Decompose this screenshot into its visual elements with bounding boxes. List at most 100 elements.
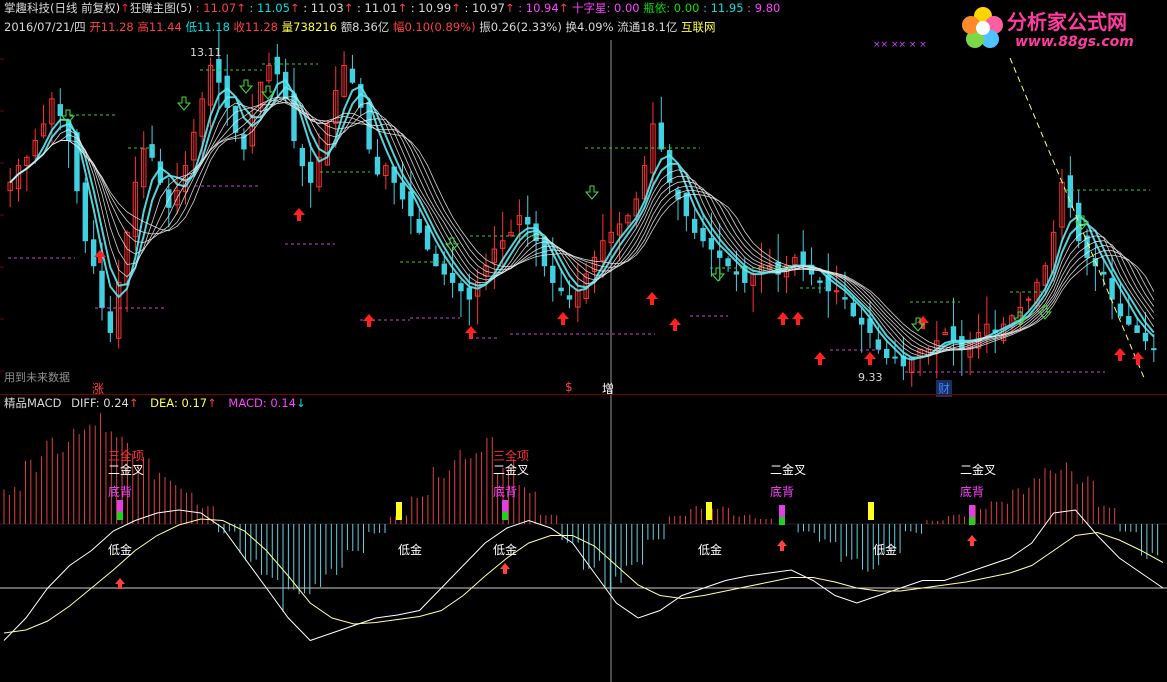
header-field: 狂赚主图(5) (129, 1, 193, 15)
header-field: 流通18.1亿 (617, 20, 681, 34)
green-marker (969, 517, 975, 525)
macd-signal-mid: 二金叉 (493, 463, 530, 477)
cross-up-icon (777, 540, 787, 551)
candle-body (82, 182, 89, 242)
header-field: ↑ (504, 1, 515, 15)
candle-body (90, 239, 97, 267)
candle-body (883, 348, 890, 358)
header-field: : 9.80 (743, 1, 781, 15)
header-field: : 11.01 (353, 1, 398, 15)
candle-body (875, 339, 882, 350)
header-field: 互联网 (680, 20, 716, 34)
header-field: : 10.94 (514, 1, 559, 15)
candle-body (282, 71, 289, 100)
candle-body (691, 218, 698, 233)
header-field: ↑ (120, 1, 130, 15)
macd-signal-low: 低金 (698, 543, 723, 557)
dea-value: DEA: 0.17 (150, 396, 208, 410)
candle-body (449, 272, 456, 283)
low-price-label: 9.33 (858, 371, 883, 384)
site-logo: 分析家公式网 www.88gs.com (961, 4, 1161, 56)
candle-body (558, 287, 564, 292)
candle-body (232, 105, 239, 133)
ma-line (9, 96, 1155, 351)
candle-body (566, 295, 573, 300)
buy-arrow-icon (465, 326, 477, 339)
header-field: : 10.97 (460, 1, 505, 15)
flower-icon (962, 7, 1003, 48)
macd-indicator-name[interactable]: 精品MACD (4, 396, 61, 410)
sell-arrow-icon (584, 185, 600, 200)
candle-body (733, 271, 740, 275)
macd-signal-pink: 底背 (770, 485, 795, 499)
candle-body (725, 258, 731, 267)
ma-line (9, 95, 1155, 357)
buy-arrow-icon (792, 312, 804, 325)
candle-body (224, 75, 230, 108)
candle-body (149, 144, 155, 158)
candle-body (717, 250, 723, 258)
candle-body (1151, 348, 1157, 351)
bottom-tag: $ (565, 380, 573, 394)
buy-arrow-icon (669, 318, 681, 331)
candle-body (800, 251, 806, 267)
header-field: : 11.95 (699, 1, 744, 15)
buy-arrow-icon (557, 312, 569, 325)
buy-arrow-icon (777, 312, 789, 325)
buy-arrow-icon (864, 352, 876, 365)
ma-line (9, 96, 1155, 352)
candle-body (1109, 278, 1115, 300)
candle-body (107, 311, 114, 333)
candle-body (57, 104, 63, 117)
buy-arrow-icon (646, 292, 658, 305)
candle-body (441, 263, 447, 275)
candle-body (658, 122, 665, 150)
candle-body (683, 192, 690, 217)
candle-body (1101, 271, 1107, 275)
header-field: ↑ (236, 1, 246, 15)
stock-chart[interactable] (0, 0, 1167, 682)
macd-signal-mid: 二金叉 (960, 463, 997, 477)
header-field: 低11.18 (185, 20, 234, 34)
logo-title: 分析家公式网 (1007, 10, 1127, 34)
green-marker (117, 512, 123, 520)
header-field: ↑ (558, 1, 569, 15)
header-field: 瓶依: 0.00 (639, 1, 700, 15)
cross-up-icon (967, 535, 977, 546)
ma-line (9, 99, 1155, 354)
macd-markers (115, 500, 977, 589)
header-field: 高11.44 (137, 20, 186, 34)
candle-body (1126, 316, 1132, 325)
header-field: ↑ (343, 1, 354, 15)
candle-body (1025, 298, 1032, 301)
pink-marker (117, 500, 123, 512)
candle-body (833, 290, 840, 293)
candle-body (1067, 175, 1074, 208)
diff-value: DIFF: 0.24 (71, 396, 129, 410)
header-field: ↑ (451, 1, 461, 15)
macd-value: MACD: 0.14 (228, 396, 296, 410)
candle-body (349, 68, 356, 83)
macd-signal-pink: 底背 (493, 485, 518, 499)
xx-marks: ×× ×× × × (873, 40, 927, 50)
candle-body (416, 219, 422, 233)
green-marker (779, 517, 785, 525)
macd-signal-mid: 二金叉 (770, 463, 807, 477)
sell-arrow-icon (710, 267, 726, 282)
ma-line (9, 78, 1155, 361)
header-line-1: 掌趣科技(日线 前复权)↑狂赚主图(5) : 11.07↑ : 11.05↑ :… (4, 2, 780, 15)
candle-body (399, 182, 406, 200)
candle-body (817, 280, 823, 283)
candle-body (892, 356, 898, 359)
chart-grid (0, 40, 1167, 682)
header-field: 十字星: 0.00 (568, 1, 640, 15)
buy-arrow-icon (814, 352, 826, 365)
header-field: 掌趣科技(日线 前复权) (4, 1, 121, 15)
macd-signal-low: 低金 (398, 543, 423, 557)
candle-body (1134, 325, 1140, 333)
macd-down-icon: ↓ (296, 396, 306, 410)
header-field: 量738216 (281, 20, 341, 34)
pane-separator[interactable] (0, 394, 1167, 395)
candle-body (466, 287, 473, 300)
pink-marker (502, 500, 508, 512)
